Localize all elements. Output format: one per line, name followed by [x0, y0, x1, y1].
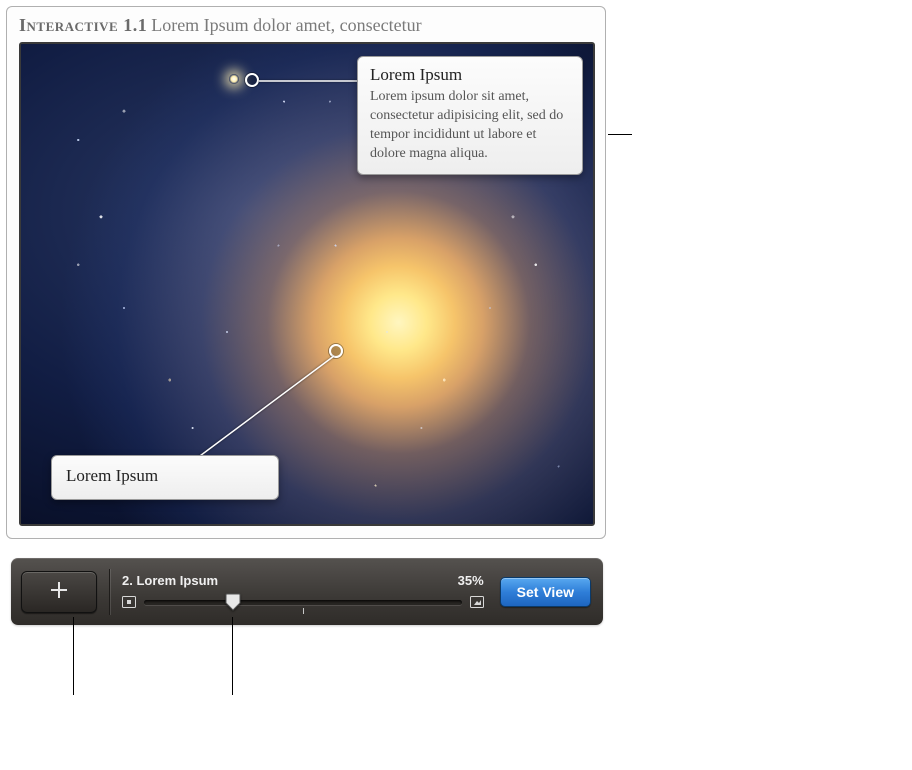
interactive-toolbar: 2. Lorem Ipsum 35% Set View — [11, 558, 603, 625]
callout-1-title: Lorem Ipsum — [370, 65, 570, 85]
zoom-min-icon — [122, 596, 136, 608]
widget-header: Interactive 1.1 Lorem Ipsum dolor amet, … — [7, 7, 605, 42]
callout-marker-1[interactable] — [245, 73, 259, 87]
star-glow — [229, 74, 239, 84]
widget-caption: Lorem Ipsum dolor amet, consectetur — [151, 15, 421, 35]
zoom-percent: 35% — [458, 573, 484, 588]
zoom-slider-block: 2. Lorem Ipsum 35% — [122, 573, 494, 610]
slider-track — [144, 600, 462, 605]
callout-marker-2[interactable] — [329, 344, 343, 358]
slider-thumb[interactable] — [225, 593, 241, 611]
callout-2-title: Lorem Ipsum — [66, 466, 264, 486]
plus-icon — [49, 580, 69, 603]
add-callout-button[interactable] — [21, 571, 97, 613]
doc-leader-add-button — [73, 617, 74, 695]
current-item-label: 2. Lorem Ipsum — [122, 573, 218, 588]
interactive-image-canvas[interactable]: Lorem Ipsum Lorem ipsum dolor sit amet, … — [19, 42, 595, 526]
zoom-slider[interactable] — [144, 594, 462, 610]
widget-label: Interactive 1.1 — [19, 15, 147, 35]
zoom-max-icon — [470, 596, 484, 608]
callout-1-body: Lorem ipsum dolor sit amet, consectetur … — [370, 88, 570, 164]
set-view-button[interactable]: Set View — [500, 577, 591, 607]
interactive-widget-panel: Interactive 1.1 Lorem Ipsum dolor amet, … — [6, 6, 606, 539]
callout-popover-1[interactable]: Lorem Ipsum Lorem ipsum dolor sit amet, … — [357, 56, 583, 175]
toolbar-divider — [109, 569, 110, 615]
slider-midpoint-tick — [303, 608, 304, 614]
doc-leader-slider — [232, 617, 233, 695]
callout-popover-2[interactable]: Lorem Ipsum — [51, 455, 279, 500]
doc-leader-right — [608, 134, 632, 135]
